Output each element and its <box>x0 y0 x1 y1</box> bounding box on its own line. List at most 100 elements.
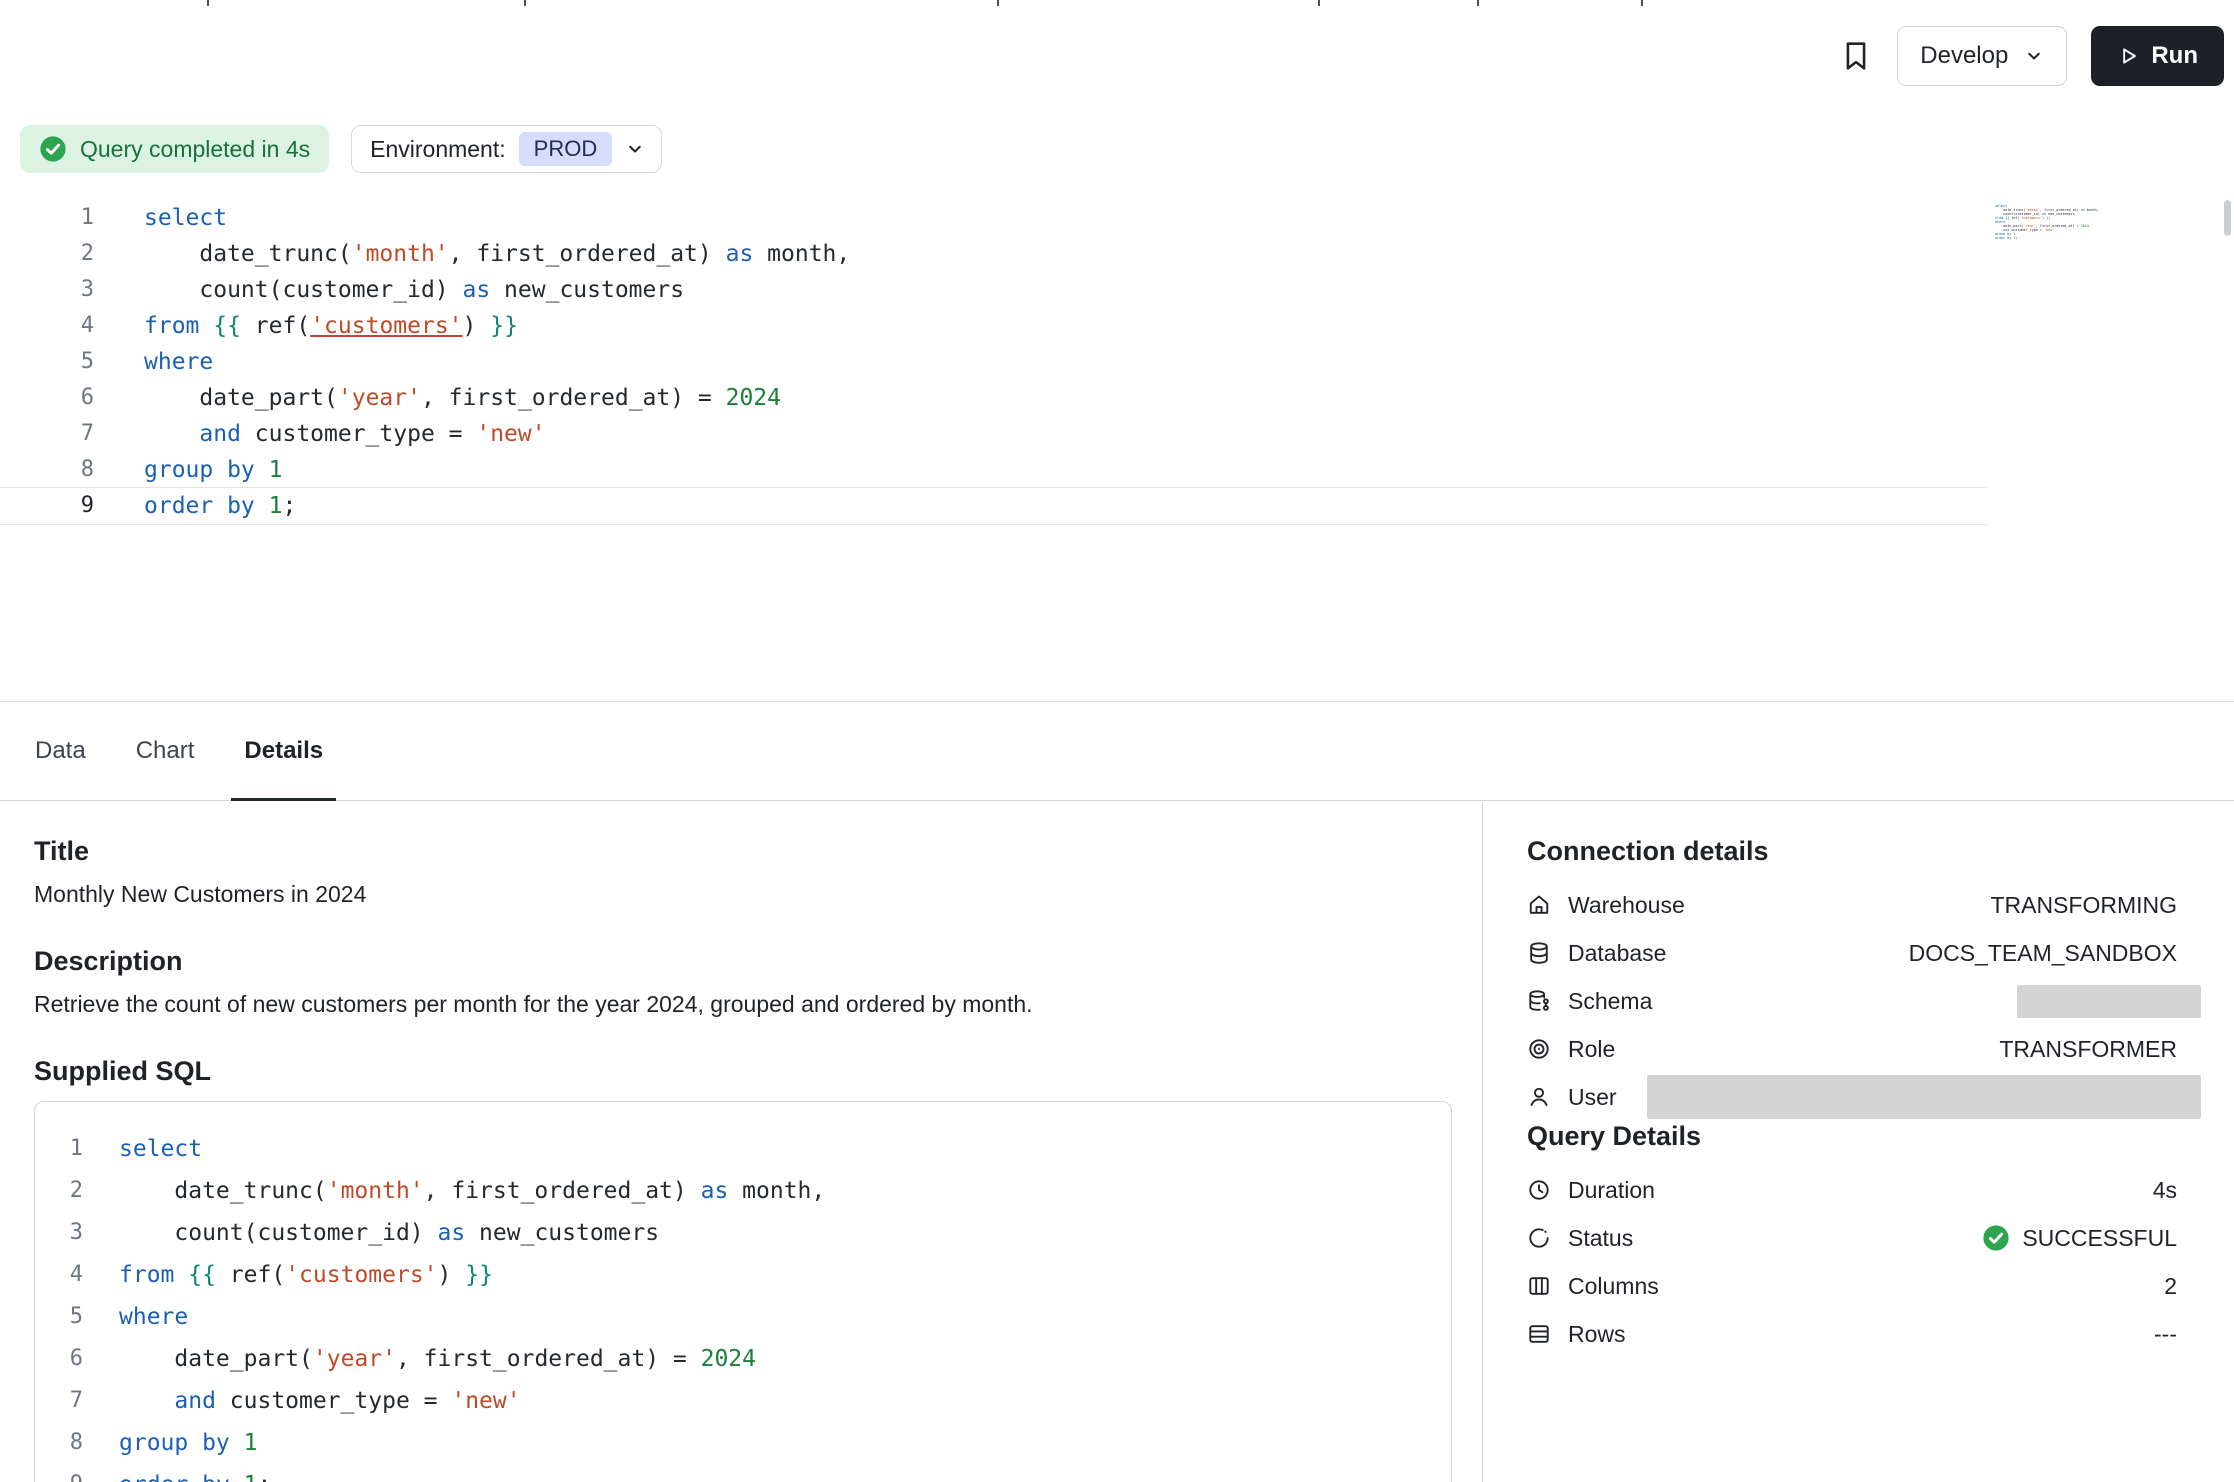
editor-scrollbar[interactable] <box>2224 200 2231 236</box>
sql-token: month, <box>2085 208 2099 212</box>
line-number: 1 <box>0 200 94 236</box>
row-label: Status <box>1568 1225 1633 1252</box>
code-line-6: 6 date_part('year', first_ordered_at) = … <box>0 380 1988 416</box>
develop-dropdown[interactable]: Develop <box>1897 26 2067 86</box>
sql-token: 1 <box>269 457 283 483</box>
editor-code-lines[interactable]: 1select2 date_trunc('month', first_order… <box>0 200 2234 524</box>
code-text: group by 1 <box>94 452 283 488</box>
line-number: 6 <box>35 1338 83 1380</box>
supplied-sql-heading: Supplied SQL <box>34 1056 1452 1087</box>
sql-token: 1 <box>244 1472 258 1482</box>
top-tab-divider <box>207 0 209 6</box>
connection-details-heading: Connection details <box>1527 836 2177 867</box>
title-heading: Title <box>34 836 1452 867</box>
sql-token: {{ <box>188 1262 216 1288</box>
code-text: order by 1; <box>94 488 296 524</box>
query-row-rows: Rows--- <box>1527 1310 2177 1358</box>
sql-token: ref( <box>216 1262 285 1288</box>
line-number: 7 <box>0 416 94 452</box>
environment-selector[interactable]: Environment: PROD <box>351 125 662 173</box>
code-text: select <box>94 200 227 236</box>
query-row-status: StatusSUCCESSFUL <box>1527 1214 2177 1262</box>
code-text: date_trunc('month', first_ordered_at) as… <box>94 236 850 272</box>
line-number: 3 <box>35 1212 83 1254</box>
code-text: date_trunc('month', first_ordered_at) as… <box>83 1170 825 1212</box>
top-tab-divider <box>997 0 999 6</box>
sql-token: 'year' <box>338 385 421 411</box>
bookmark-button[interactable] <box>1839 39 1873 73</box>
details-panel: Title Monthly New Customers in 2024 Desc… <box>0 802 2234 1482</box>
code-line-9: 9order by 1; <box>1995 236 2101 240</box>
row-value: 2 <box>2164 1273 2177 1300</box>
sql-token: month, <box>753 241 850 267</box>
sql-token: as <box>463 277 491 303</box>
code-line-7: 7 and customer_type = 'new' <box>35 1380 1451 1422</box>
row-value-text: TRANSFORMING <box>1990 892 2177 919</box>
model-ref-link[interactable]: 'customers' <box>2020 216 2042 220</box>
connection-row-warehouse: WarehouseTRANSFORMING <box>1527 881 2177 929</box>
row-label: Role <box>1568 1036 1615 1063</box>
sql-token: date_part( <box>144 385 338 411</box>
code-text: and customer_type = 'new' <box>94 416 546 452</box>
sql-token: count(customer_id) <box>144 277 463 303</box>
sql-token: 'year' <box>313 1346 396 1372</box>
code-text: from {{ ref('customers') }} <box>83 1254 493 1296</box>
columns-icon <box>1527 1274 1551 1298</box>
sql-token <box>230 1472 244 1482</box>
tab-chart[interactable]: Chart <box>123 702 208 800</box>
query-row-columns: Columns2 <box>1527 1262 2177 1310</box>
role-icon <box>1527 1037 1551 1061</box>
line-number: 4 <box>35 1254 83 1296</box>
sql-token: select <box>144 205 227 231</box>
row-value: 4s <box>2153 1177 2177 1204</box>
redacted-value <box>1647 1075 2201 1119</box>
code-line-1: 1 select <box>0 200 1988 236</box>
line-number: 1 <box>35 1128 83 1170</box>
sql-token: ref( <box>241 313 310 339</box>
code-line-1: 1select <box>35 1128 1451 1170</box>
sql-token: 1 <box>269 493 283 519</box>
sql-editor[interactable]: 1select2 date_trunc('month', first_order… <box>0 200 2234 700</box>
details-right-panel: Connection details WarehouseTRANSFORMING… <box>1482 802 2234 1482</box>
status-icon <box>1527 1226 1551 1250</box>
sql-token: , first_ordered_at) <box>424 1178 701 1204</box>
user-icon <box>1527 1085 1551 1109</box>
line-number: 5 <box>35 1296 83 1338</box>
sql-token <box>255 457 269 483</box>
sql-token: as <box>726 241 754 267</box>
sql-token: count(customer_id) <box>119 1220 438 1246</box>
row-value-text: TRANSFORMER <box>1999 1036 2177 1063</box>
rows-icon <box>1527 1322 1551 1346</box>
sql-token: where <box>119 1304 188 1330</box>
row-value: TRANSFORMER <box>1999 1036 2177 1063</box>
top-tab-divider <box>1477 0 1479 6</box>
code-line-5: 5 where <box>35 1296 1451 1338</box>
bookmark-icon <box>1839 39 1873 73</box>
connection-row-user: User <box>1527 1073 2177 1121</box>
code-line-9: 9order by 1; <box>35 1464 1451 1482</box>
sql-token: 'new' <box>476 421 545 447</box>
tab-data[interactable]: Data <box>22 702 99 800</box>
code-line-6: 6 date_part('year', first_ordered_at) = … <box>35 1338 1451 1380</box>
run-button[interactable]: Run <box>2091 26 2224 86</box>
sql-token: ) <box>438 1262 466 1288</box>
model-ref-link[interactable]: 'customers' <box>310 313 462 339</box>
sql-token: 2024 <box>726 385 781 411</box>
code-line-8: 8group by 1 <box>35 1422 1451 1464</box>
tab-details[interactable]: Details <box>231 702 336 800</box>
sql-token: 'month' <box>352 241 449 267</box>
chevron-down-icon <box>625 139 645 159</box>
editor-minimap[interactable]: 1select2 date_trunc('month', first_order… <box>1995 204 2101 240</box>
row-value: --- <box>2154 1321 2177 1348</box>
line-number: 6 <box>0 380 94 416</box>
code-text: where <box>94 344 213 380</box>
database-icon <box>1527 941 1551 965</box>
model-ref-link[interactable]: 'customers' <box>285 1262 437 1288</box>
row-value: DOCS_TEAM_SANDBOX <box>1909 940 2177 967</box>
sql-token: customer_type = <box>241 421 476 447</box>
row-label: Database <box>1568 940 1666 967</box>
connection-row-role: Role TRANSFORMER <box>1527 1025 2177 1073</box>
description-value: Retrieve the count of new customers per … <box>34 991 1452 1018</box>
results-tabs: Data Chart Details <box>0 701 2234 801</box>
sql-token: customer_type = <box>216 1388 451 1414</box>
